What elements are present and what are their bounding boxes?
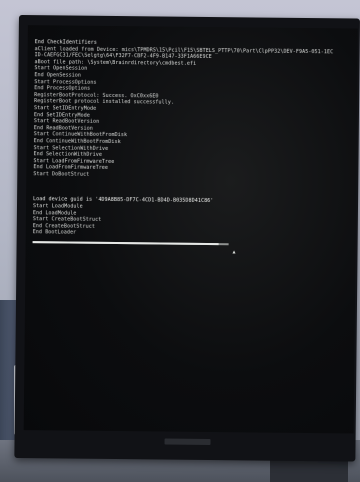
monitor-screen: End CheckIdentifiers aClient loaded from… <box>23 25 358 434</box>
monitor-logo <box>164 438 211 446</box>
cursor-icon: ▲ <box>232 249 236 256</box>
monitor-bezel: End CheckIdentifiers aClient loaded from… <box>14 15 360 462</box>
boot-progress-fill <box>32 241 219 246</box>
boot-progress-bar: ▲ <box>32 241 236 255</box>
console-output: End CheckIdentifiers aClient loaded from… <box>32 39 353 255</box>
